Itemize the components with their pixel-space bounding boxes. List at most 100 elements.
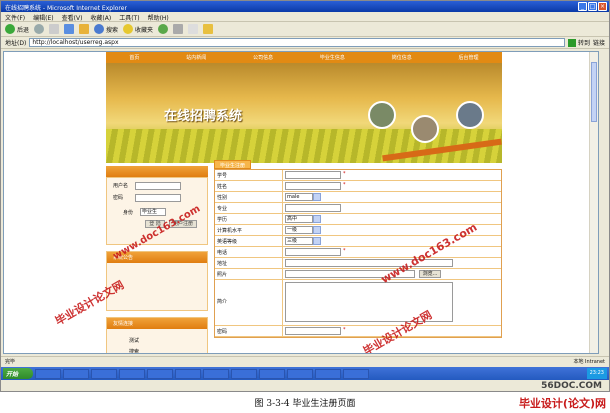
field-label: 电话 [215, 247, 283, 257]
gender-select[interactable]: male [285, 193, 321, 201]
major-input[interactable] [285, 204, 341, 212]
form-row: 学号 * [215, 170, 501, 181]
phone-input[interactable] [285, 248, 341, 256]
site-nav: 首页 站内新闻 公司信息 毕业生信息 岗位信息 后台管理 [106, 52, 502, 63]
link-item[interactable]: 搜索 [129, 348, 199, 353]
go-button[interactable]: 转到 [567, 38, 590, 47]
field-label: 学号 [215, 170, 283, 180]
field-label: 英语等级 [215, 236, 283, 246]
form-row: 学历 高中 [215, 214, 501, 225]
taskbar-item[interactable] [259, 368, 285, 379]
favorites-label: 收藏夹 [135, 26, 154, 34]
stop-icon[interactable] [49, 24, 60, 34]
taskbar-item[interactable] [203, 368, 229, 379]
star-icon [123, 24, 134, 34]
education-select[interactable]: 高中 [285, 215, 321, 223]
nav-graduates[interactable]: 毕业生信息 [320, 54, 345, 61]
field-label: 性别 [215, 192, 283, 202]
scroll-thumb[interactable] [591, 62, 597, 122]
banner-photo-1 [368, 101, 396, 129]
home-icon[interactable] [79, 24, 90, 34]
taskbar-item[interactable] [175, 368, 201, 379]
menu-help[interactable]: 帮助(H) [148, 13, 169, 22]
address-bar: 地址(D) http://localhost/userreg.aspx 转到 链… [1, 37, 609, 49]
register-form: 学号 * 姓名 * 性别 male 专业 学历 高中 计算机水平 一级 英语等级… [214, 169, 502, 338]
nav-company[interactable]: 公司信息 [253, 54, 273, 61]
folder-icon[interactable] [203, 24, 214, 34]
print-icon[interactable] [188, 24, 199, 34]
banner-photo-2 [411, 115, 439, 143]
education-value: 高中 [287, 216, 298, 222]
taskbar: 开始 23:23 [1, 367, 609, 380]
banner-photo-3 [456, 101, 484, 129]
taskbar-item[interactable] [287, 368, 313, 379]
mail-icon[interactable] [173, 24, 184, 34]
gender-value: male [287, 194, 300, 200]
english-level-select[interactable]: 三级 [285, 237, 321, 245]
nav-home[interactable]: 首页 [129, 54, 139, 61]
password-label: 密码 [113, 195, 124, 201]
go-arrow-icon [567, 38, 576, 47]
taskbar-item[interactable] [63, 368, 89, 379]
nav-admin[interactable]: 后台管理 [459, 54, 479, 61]
chevron-down-icon [313, 193, 321, 201]
nav-news[interactable]: 站内新闻 [186, 54, 206, 61]
forward-arrow-icon[interactable] [34, 24, 45, 34]
address-label: 地址(D) [5, 40, 27, 47]
favorites-button[interactable]: 收藏夹 [123, 24, 153, 34]
password-field[interactable] [285, 327, 341, 335]
menu-favorites[interactable]: 收藏(A) [90, 13, 111, 22]
field-label: 密码 [215, 326, 283, 336]
back-label: 后退 [17, 26, 30, 34]
status-text: 完毕 [5, 359, 16, 365]
menu-edit[interactable]: 编辑(E) [33, 13, 53, 22]
search-icon [94, 24, 105, 34]
address-input[interactable]: http://localhost/userreg.aspx [29, 38, 565, 47]
search-button[interactable]: 搜索 [94, 24, 118, 34]
identity-select[interactable]: 毕业生 [140, 208, 166, 216]
computer-level-select[interactable]: 一级 [285, 226, 321, 234]
menu-tools[interactable]: 工具(T) [119, 13, 139, 22]
history-icon[interactable] [158, 24, 169, 34]
chevron-down-icon [313, 215, 321, 223]
maximize-button[interactable]: □ [588, 2, 597, 11]
field-label: 学历 [215, 214, 283, 224]
title-bar: 在线招聘系统 - Microsoft Internet Explorer _ □… [1, 1, 609, 12]
taskbar-item[interactable] [119, 368, 145, 379]
taskbar-item[interactable] [35, 368, 61, 379]
taskbar-item[interactable] [231, 368, 257, 379]
links-box: 友情连接 测试 搜索 [106, 317, 208, 353]
name-input[interactable] [285, 182, 341, 190]
username-input[interactable] [135, 182, 181, 190]
field-label: 照片 [215, 269, 283, 279]
close-button[interactable]: × [598, 2, 607, 11]
system-clock[interactable]: 23:23 [586, 368, 607, 379]
taskbar-item[interactable] [91, 368, 117, 379]
back-button[interactable]: 后退 [5, 24, 29, 34]
banner-title: 在线招聘系统 [164, 109, 243, 124]
nav-jobs[interactable]: 岗位信息 [392, 54, 412, 61]
vertical-scrollbar[interactable] [589, 52, 598, 353]
taskbar-item[interactable] [343, 368, 369, 379]
window-controls: _ □ × [578, 2, 607, 11]
form-row: 地址 [215, 258, 501, 269]
menu-bar: 文件(F) 编辑(E) 查看(V) 收藏(A) 工具(T) 帮助(H) [1, 12, 609, 22]
taskbar-item[interactable] [147, 368, 173, 379]
form-row: 姓名 * [215, 181, 501, 192]
form-row: 照片 浏览... [215, 269, 501, 280]
menu-file[interactable]: 文件(F) [5, 13, 25, 22]
menu-view[interactable]: 查看(V) [62, 13, 83, 22]
links-label[interactable]: 链接 [593, 38, 605, 47]
links-list: 测试 搜索 [107, 329, 207, 353]
browse-button[interactable]: 浏览... [419, 270, 441, 278]
link-item[interactable]: 测试 [129, 337, 199, 344]
field-label: 姓名 [215, 181, 283, 191]
password-input[interactable] [135, 194, 181, 202]
required-mark: * [343, 327, 346, 333]
taskbar-item[interactable] [315, 368, 341, 379]
left-column: 用户名 密码 身份 毕业生 登 陆 用户注册 系统公告 友情连接 测试 搜索 [106, 166, 208, 353]
student-id-input[interactable] [285, 171, 341, 179]
refresh-icon[interactable] [64, 24, 75, 34]
minimize-button[interactable]: _ [578, 2, 587, 11]
start-button[interactable]: 开始 [3, 368, 33, 379]
